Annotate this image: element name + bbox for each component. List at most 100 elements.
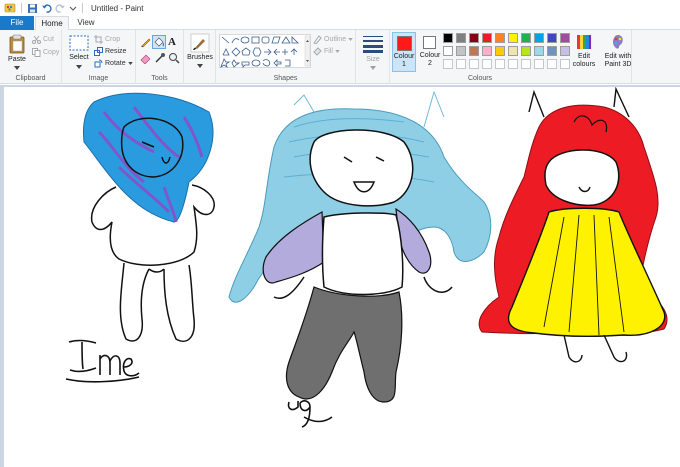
quick-access-separator [21, 3, 22, 13]
window-title: Untitled - Paint [91, 3, 144, 13]
select-button[interactable]: Select [67, 34, 91, 72]
outline-label: Outline [324, 36, 347, 43]
cut-label: Cut [43, 36, 54, 43]
palette-swatch[interactable] [560, 46, 570, 56]
palette-swatch[interactable] [547, 46, 557, 56]
paste-button[interactable]: Paste [4, 33, 30, 71]
workspace [0, 85, 680, 467]
palette-swatch[interactable] [443, 46, 453, 56]
palette-swatch[interactable] [547, 33, 557, 43]
rotate-icon [94, 59, 103, 68]
colour1-label: Colour [393, 53, 415, 60]
palette-swatch[interactable] [469, 46, 479, 56]
title-bar: Untitled - Paint [0, 0, 680, 16]
drawing-canvas[interactable] [4, 87, 680, 467]
colour1-swatch [397, 36, 412, 51]
pencil-icon[interactable] [140, 36, 152, 48]
palette-swatch[interactable] [534, 46, 544, 56]
rotate-label: Rotate [105, 60, 126, 67]
palette-swatch[interactable] [560, 33, 570, 43]
canvas-drawing [65, 87, 668, 428]
palette-swatch[interactable] [508, 46, 518, 56]
custom-colour-slot[interactable] [482, 59, 492, 69]
label-ug-scribble [287, 400, 333, 428]
crop-icon [94, 35, 103, 44]
colours-group: Colour 1 Colour 2 Edit colours Colours [390, 30, 632, 84]
custom-colour-slot[interactable] [547, 59, 557, 69]
fill-button[interactable]: Fill [313, 47, 340, 56]
tab-home[interactable]: Home [35, 16, 69, 31]
palette-swatch[interactable] [456, 46, 466, 56]
shapes-gallery[interactable] [219, 34, 311, 68]
edit-with-paint3d-button[interactable]: Edit with Paint 3D [600, 33, 636, 73]
clipboard-group-label: Clipboard [15, 75, 46, 82]
resize-button[interactable]: Resize [94, 47, 126, 56]
customize-toolbar-chevron-icon[interactable] [69, 3, 77, 14]
select-dropdown-icon [76, 65, 82, 69]
crop-button[interactable]: Crop [94, 35, 120, 44]
palette-swatch[interactable] [482, 46, 492, 56]
magnifier-icon[interactable] [168, 52, 180, 64]
outline-dropdown-icon [348, 38, 353, 41]
paint3d-label-2: Paint 3D [604, 61, 632, 68]
save-icon[interactable] [27, 3, 38, 14]
quick-access-toolbar [0, 0, 85, 16]
ribbon-tabs: File Home View [0, 16, 680, 31]
palette-swatch[interactable] [456, 33, 466, 43]
paste-dropdown-icon [14, 66, 20, 70]
tab-file[interactable]: File [0, 16, 34, 30]
cut-button[interactable]: Cut [32, 35, 54, 44]
custom-colour-slot[interactable] [456, 59, 466, 69]
shapes-group-label: Shapes [273, 75, 298, 82]
palette-swatch[interactable] [508, 33, 518, 43]
copy-button[interactable]: Copy [32, 48, 59, 57]
label-me-scribble [65, 339, 140, 383]
tab-view[interactable]: View [70, 16, 102, 30]
brushes-dropdown-icon [197, 64, 203, 68]
custom-colour-slot[interactable] [469, 59, 479, 69]
palette-swatch[interactable] [443, 33, 453, 43]
selection-rectangle-icon [69, 35, 89, 51]
custom-colour-slot[interactable] [560, 59, 570, 69]
colour-spectrum-icon [577, 35, 591, 49]
custom-colour-slot[interactable] [495, 59, 505, 69]
left-figure-legs [119, 262, 195, 342]
fill-dropdown-icon [335, 50, 340, 53]
left-figure-hair [83, 92, 214, 223]
shape-fill-icon [313, 47, 322, 56]
outline-icon [313, 35, 322, 44]
palette-swatch[interactable] [495, 33, 505, 43]
text-tool-icon[interactable]: A [168, 36, 176, 48]
colour2-button[interactable]: Colour 2 [418, 32, 442, 72]
ribbon: Paste Cut Copy Clipboard Select Crop Res… [0, 30, 680, 84]
brushes-button[interactable]: Brushes [185, 33, 215, 73]
eraser-icon[interactable] [140, 52, 152, 64]
palette-swatch[interactable] [495, 46, 505, 56]
palette-swatch[interactable] [534, 33, 544, 43]
outline-button[interactable]: Outline [313, 35, 353, 44]
middle-figure-shirt [321, 212, 404, 296]
redo-icon[interactable] [55, 3, 66, 14]
clipboard-group: Paste Cut Copy Clipboard [0, 30, 62, 84]
colour-picker-icon[interactable] [154, 52, 166, 64]
palette-swatch[interactable] [521, 33, 531, 43]
right-figure-left-horn [528, 89, 545, 118]
custom-colour-slot[interactable] [521, 59, 531, 69]
paste-label: Paste [8, 56, 26, 63]
colour1-button[interactable]: Colour 1 [392, 32, 416, 72]
tools-group: A Tools [136, 30, 184, 84]
custom-colour-slot[interactable] [508, 59, 518, 69]
custom-colour-slot[interactable] [534, 59, 544, 69]
palette-swatch[interactable] [482, 33, 492, 43]
size-button[interactable]: Size [358, 33, 388, 73]
tools-group-label: Tools [151, 75, 168, 82]
rotate-button[interactable]: Rotate [94, 59, 133, 68]
paintbrush-icon [190, 33, 210, 53]
palette-swatch[interactable] [469, 33, 479, 43]
custom-colour-slot[interactable] [443, 59, 453, 69]
edit-colours-button[interactable]: Edit colours [570, 33, 598, 73]
fill-bucket-icon[interactable] [152, 35, 166, 49]
undo-icon[interactable] [41, 3, 52, 14]
palette-swatch[interactable] [521, 46, 531, 56]
resize-icon [94, 47, 103, 56]
